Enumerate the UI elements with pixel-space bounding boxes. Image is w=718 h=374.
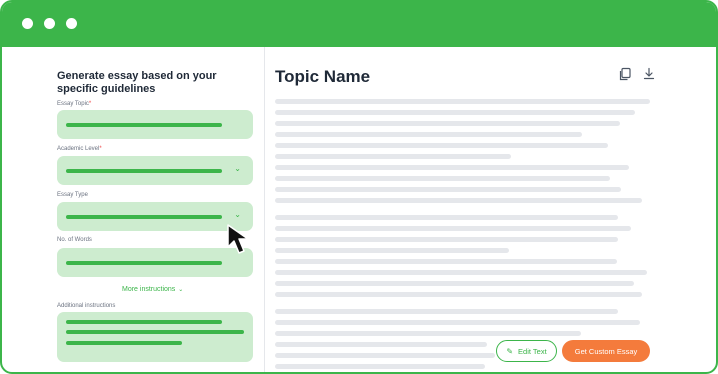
text-line [275,331,581,336]
text-line [275,342,487,347]
text-line [275,121,620,126]
edit-text-button[interactable]: ✎ Edit Text [496,340,557,362]
title-bar [2,2,716,47]
more-instructions-link[interactable]: More instructions ⌄ [122,286,183,293]
input-placeholder-bar [66,261,222,265]
essay-topic-input[interactable] [57,110,253,139]
text-line [275,99,650,104]
text-line [275,110,635,115]
input-placeholder-bar [66,123,222,127]
select-placeholder-bar [66,215,222,219]
text-line [275,259,617,264]
select-placeholder-bar [66,169,222,173]
text-line [275,309,618,314]
text-line [275,143,608,148]
text-line [275,292,642,297]
window-control-dot[interactable] [66,18,77,29]
word-count-label: No. of Words [57,237,92,243]
text-line [275,176,610,181]
essay-topic-label: Essay Topic* [57,101,92,107]
pencil-icon: ✎ [506,346,514,356]
text-line [275,187,621,192]
edit-text-label: Edit Text [518,346,547,356]
text-line [275,215,618,220]
text-line [275,364,485,369]
text-line [275,320,640,325]
word-count-input[interactable] [57,248,253,277]
additional-instructions-label: Additional instructions [57,303,116,309]
window-control-dot[interactable] [22,18,33,29]
additional-instructions-textarea[interactable] [57,312,253,362]
essay-output-panel: Topic Name ✎ Edit Text Get Custom Essay [265,47,716,372]
text-line [275,248,509,253]
copy-icon[interactable] [618,67,632,81]
app-window: Generate essay based on your specific gu… [0,0,718,374]
essay-type-select[interactable]: ⌄ [57,202,253,231]
text-line [275,281,634,286]
chevron-down-icon: ⌄ [234,164,241,173]
window-control-dot[interactable] [44,18,55,29]
textarea-placeholder-bar [66,341,182,345]
chevron-down-icon: ⌄ [178,287,184,293]
form-heading: Generate essay based on your specific gu… [57,70,217,95]
text-line [275,198,642,203]
get-custom-essay-label: Get Custom Essay [574,346,638,356]
textarea-placeholder-bar [66,330,244,334]
text-line [275,270,647,275]
academic-level-select[interactable]: ⌄ [57,156,253,185]
academic-level-label: Academic Level* [57,146,102,152]
get-custom-essay-button[interactable]: Get Custom Essay [562,340,650,362]
text-line [275,154,511,159]
text-line [275,353,495,358]
text-line [275,132,582,137]
textarea-placeholder-bar [66,320,222,324]
text-line [275,165,629,170]
topic-title: Topic Name [275,67,371,86]
mouse-pointer-icon [227,224,249,254]
text-line [275,237,618,242]
text-line [275,226,631,231]
download-icon[interactable] [642,67,656,81]
essay-type-label: Essay Type [57,192,88,198]
essay-form-panel: Generate essay based on your specific gu… [2,47,264,372]
chevron-down-icon: ⌄ [234,210,241,219]
